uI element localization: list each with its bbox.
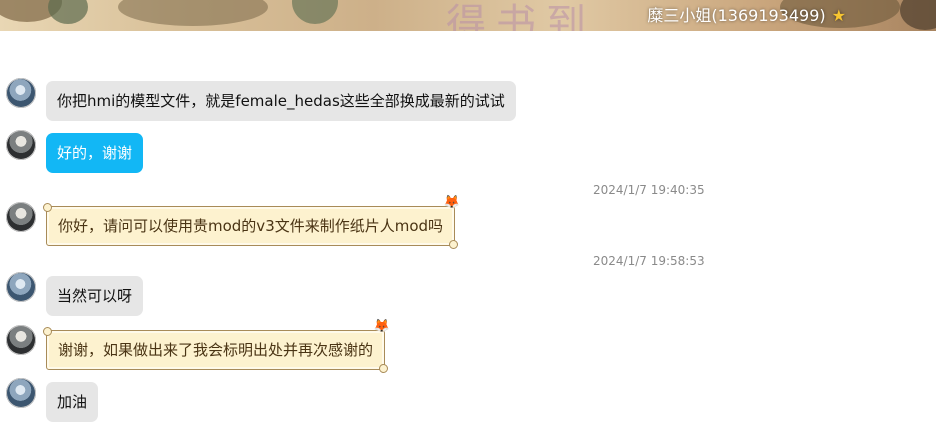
message-text: 谢谢，如果做出来了我会标明出处并再次感谢的 (58, 341, 374, 359)
message-text: 你好，请问可以使用贵mod的v3文件来制作纸片人mod吗 (58, 217, 444, 235)
banner-art-shape (48, 0, 88, 24)
message-text: 当然可以呀 (57, 287, 133, 305)
contact-name-label: 糜三小姐(1369193499) (647, 6, 826, 25)
message-timestamp: 2024/1/7 19:58:53 (593, 254, 705, 268)
anime-avatar-icon[interactable] (6, 78, 36, 108)
star-icon: ★ (831, 6, 846, 25)
message-bubble[interactable]: 你好，请问可以使用贵mod的v3文件来制作纸片人mod吗 🦊 (42, 196, 460, 249)
chat-header-banner: 得书到 糜三小姐(1369193499) ★ (0, 0, 936, 31)
message-bubble[interactable]: 当然可以呀 (46, 276, 144, 316)
message-text: 好的，谢谢 (57, 144, 133, 162)
banner-art-shape (900, 0, 936, 30)
fox-icon: 🦊 (373, 319, 391, 334)
message-bubble[interactable]: 谢谢，如果做出来了我会标明出处并再次感谢的 🦊 (42, 320, 390, 373)
banner-art-shape (292, 0, 338, 24)
message-bubble[interactable]: 你把hmi的模型文件，就是female_hedas这些全部换成最新的试试 (46, 81, 516, 121)
message-text: 你把hmi的模型文件，就是female_hedas这些全部换成最新的试试 (57, 92, 505, 110)
message-bubble[interactable]: 加油 (46, 382, 99, 422)
contact-avatar-icon[interactable] (6, 325, 36, 355)
contact-avatar-icon[interactable] (6, 202, 36, 232)
message-bubble[interactable]: 好的，谢谢 (46, 133, 144, 173)
banner-art-shape (118, 0, 268, 26)
message-timestamp: 2024/1/7 19:40:35 (593, 183, 705, 197)
anime-avatar-icon[interactable] (6, 378, 36, 408)
banner-decorative-text: 得书到 (446, 1, 596, 31)
fox-icon: 🦊 (443, 195, 461, 210)
contact-name[interactable]: 糜三小姐(1369193499) ★ (647, 2, 846, 26)
contact-avatar-icon[interactable] (6, 130, 36, 160)
anime-avatar-icon[interactable] (6, 272, 36, 302)
message-text: 加油 (57, 393, 88, 411)
